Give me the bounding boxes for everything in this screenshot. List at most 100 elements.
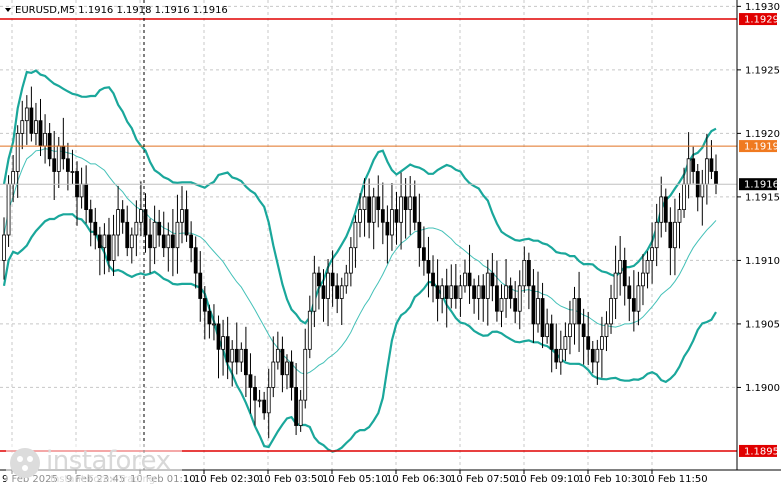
candle-bearish	[590, 348, 595, 363]
candle-bullish	[522, 260, 527, 287]
price-tick-label: 1.1930	[745, 2, 780, 13]
candle-bullish	[344, 272, 349, 287]
candle-bullish	[312, 272, 317, 312]
candle-bearish	[184, 209, 189, 236]
candle-bearish	[253, 387, 257, 401]
candle-bearish	[289, 361, 294, 388]
candle-bearish	[120, 209, 125, 223]
candle-bullish	[2, 234, 6, 261]
time-tick-label: 10 Feb 09:10	[514, 474, 580, 485]
candle-bullish	[390, 209, 394, 236]
candle-bearish	[148, 234, 152, 249]
candle-bullish	[476, 285, 481, 299]
candle-bearish	[317, 272, 321, 287]
candle-bearish	[52, 158, 57, 172]
candle-bearish	[421, 247, 426, 261]
candle-bullish	[654, 221, 659, 249]
candle-bearish	[335, 285, 340, 299]
candle-bullish	[275, 348, 280, 363]
candle-bullish	[568, 323, 572, 338]
time-tick-label: 10 Feb 07:50	[450, 474, 516, 485]
candle-bearish	[431, 272, 435, 287]
candle-bearish	[627, 285, 632, 299]
candle-bearish	[84, 183, 89, 210]
instaforex-logo-icon	[10, 448, 40, 478]
current-price-label: 1.1919	[744, 142, 779, 153]
candle-bullish	[175, 221, 180, 249]
candle-bearish	[207, 310, 212, 325]
candle-bearish	[444, 285, 449, 299]
candle-bullish	[111, 234, 116, 261]
candle-bullish	[499, 298, 504, 312]
candle-bearish	[526, 260, 531, 287]
candle-bearish	[216, 323, 221, 350]
candle-bullish	[20, 120, 25, 134]
candle-bearish	[394, 209, 399, 223]
time-tick-label: 10 Feb 06:30	[386, 474, 452, 485]
candle-bearish	[481, 285, 486, 299]
candle-bullish	[230, 348, 235, 363]
candle-bullish	[285, 361, 289, 376]
candle-bullish	[303, 348, 308, 401]
candle-bullish	[536, 298, 540, 325]
time-tick-label: 10 Feb 02:30	[194, 474, 260, 485]
candle-bullish	[116, 209, 121, 236]
candle-bearish	[225, 336, 230, 363]
candle-bearish	[189, 234, 194, 249]
candle-bullish	[43, 132, 47, 147]
candle-bullish	[134, 221, 139, 236]
candle-bearish	[97, 234, 102, 249]
candle-bearish	[367, 196, 372, 223]
candle-bearish	[668, 221, 673, 249]
candle-bullish	[677, 209, 682, 223]
candle-bullish	[399, 196, 403, 223]
candle-bearish	[581, 323, 586, 338]
price-chart[interactable]: 1.1930 1.1925 1.1920 1.1915 1.1910 1.1905 1.19…	[0, 0, 781, 489]
candle-bearish	[577, 298, 581, 325]
candle-bearish	[107, 234, 111, 261]
candle-bearish	[61, 145, 66, 160]
candle-bearish	[417, 221, 422, 249]
candle-bullish	[682, 183, 686, 210]
time-tick-label: 10 Feb 03:50	[258, 474, 324, 485]
resistance-label: 1.1929	[744, 15, 779, 26]
candle-bearish	[412, 196, 417, 223]
price-tick-label: 1.1915	[745, 192, 780, 203]
candle-bearish	[549, 323, 554, 350]
candle-bearish	[663, 196, 668, 223]
symbol-info: EURUSD,M5 1.1916 1.1918 1.1916 1.1916	[15, 5, 228, 16]
candle-bullish	[358, 209, 362, 223]
candle-bearish	[93, 221, 98, 236]
candle-bullish	[6, 183, 11, 236]
price-tick-label: 1.1925	[745, 65, 780, 76]
candle-bullish	[504, 285, 508, 299]
price-tick-label: 1.1920	[745, 129, 780, 140]
candle-bullish	[700, 183, 705, 198]
candle-bullish	[348, 247, 353, 274]
candle-bullish	[221, 336, 225, 350]
candle-bullish	[326, 272, 330, 299]
candle-bullish	[166, 234, 171, 249]
candle-bearish	[248, 374, 253, 388]
candle-bearish	[29, 107, 34, 134]
candle-bullish	[609, 298, 613, 325]
candle-bullish	[11, 171, 16, 185]
time-tick-label: 10 Feb 05:10	[322, 474, 388, 485]
candle-bullish	[704, 158, 709, 185]
candle-bearish	[691, 158, 696, 172]
time-tick-label: 10 Feb 10:30	[578, 474, 644, 485]
candle-bullish	[353, 221, 358, 249]
candle-bullish	[102, 234, 107, 249]
candle-bearish	[714, 171, 718, 185]
candle-bullish	[686, 158, 691, 185]
candle-bearish	[65, 158, 70, 172]
candle-bullish	[618, 260, 623, 274]
candle-bearish	[198, 272, 203, 299]
candle-bullish	[449, 285, 454, 299]
candle-bullish	[24, 107, 29, 122]
candle-bullish	[56, 145, 61, 172]
candle-bullish	[129, 234, 134, 249]
candle-bearish	[631, 298, 636, 312]
candle-bullish	[645, 260, 650, 274]
candle-bearish	[380, 209, 385, 223]
